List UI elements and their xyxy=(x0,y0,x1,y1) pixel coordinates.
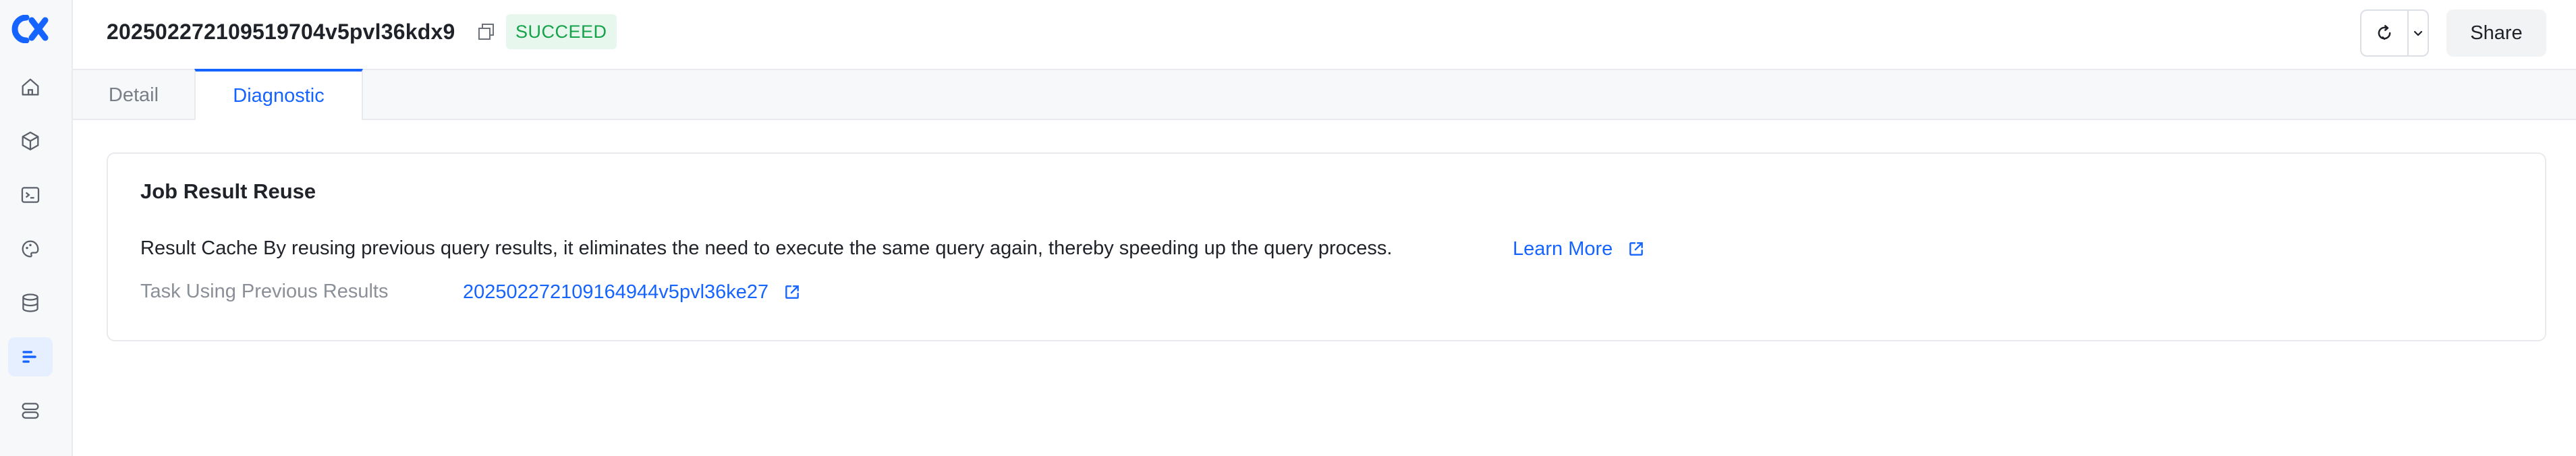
sidebar xyxy=(0,0,73,456)
external-link-icon xyxy=(1629,242,1644,256)
sidebar-item-database[interactable] xyxy=(8,283,53,322)
copy-icon[interactable] xyxy=(478,23,495,40)
sidebar-item-server[interactable] xyxy=(8,391,53,430)
previous-results-label: Task Using Previous Results xyxy=(140,281,389,302)
job-result-reuse-card: Job Result Reuse Result Cache By reusing… xyxy=(107,152,2546,341)
learn-more-link[interactable]: Learn More xyxy=(1513,237,1644,260)
logo[interactable] xyxy=(11,14,51,44)
sidebar-item-jobs[interactable] xyxy=(8,337,53,376)
external-link-icon xyxy=(785,285,800,299)
previous-task-id: 202502272109164944v5pvl36ke27 xyxy=(463,281,769,303)
page-header: 202502272109519704v5pvl36kdx9 SUCCEED Sh… xyxy=(73,0,2576,70)
tab-diagnostic[interactable]: Diagnostic xyxy=(194,69,363,120)
server-icon xyxy=(22,403,39,419)
refresh-button-group xyxy=(2360,9,2429,57)
terminal-icon xyxy=(21,187,40,203)
sidebar-item-palette[interactable] xyxy=(8,229,53,268)
refresh-button[interactable] xyxy=(2361,11,2409,55)
page-title: 202502272109519704v5pvl36kdx9 xyxy=(107,20,455,44)
card-title: Job Result Reuse xyxy=(140,179,316,203)
refresh-icon xyxy=(2378,25,2391,40)
refresh-dropdown-toggle[interactable] xyxy=(2409,11,2428,55)
database-icon xyxy=(22,293,38,312)
sidebar-item-terminal[interactable] xyxy=(8,175,53,215)
tab-detail[interactable]: Detail xyxy=(73,70,194,120)
chevron-down-icon xyxy=(2413,30,2423,36)
sidebar-item-home[interactable] xyxy=(8,67,53,107)
learn-more-label: Learn More xyxy=(1513,238,1613,260)
status-badge: SUCCEED xyxy=(506,14,617,49)
palette-icon xyxy=(22,240,39,258)
sidebar-item-cube[interactable] xyxy=(8,121,53,161)
result-cache-description: Result Cache By reusing previous query r… xyxy=(140,237,1393,259)
home-icon xyxy=(22,78,39,96)
previous-task-link[interactable]: 202502272109164944v5pvl36ke27 xyxy=(463,281,800,304)
share-button[interactable]: Share xyxy=(2446,9,2546,57)
cube-icon xyxy=(22,132,39,150)
jobs-icon xyxy=(22,351,36,363)
tab-bar: Detail Diagnostic xyxy=(73,69,2576,120)
